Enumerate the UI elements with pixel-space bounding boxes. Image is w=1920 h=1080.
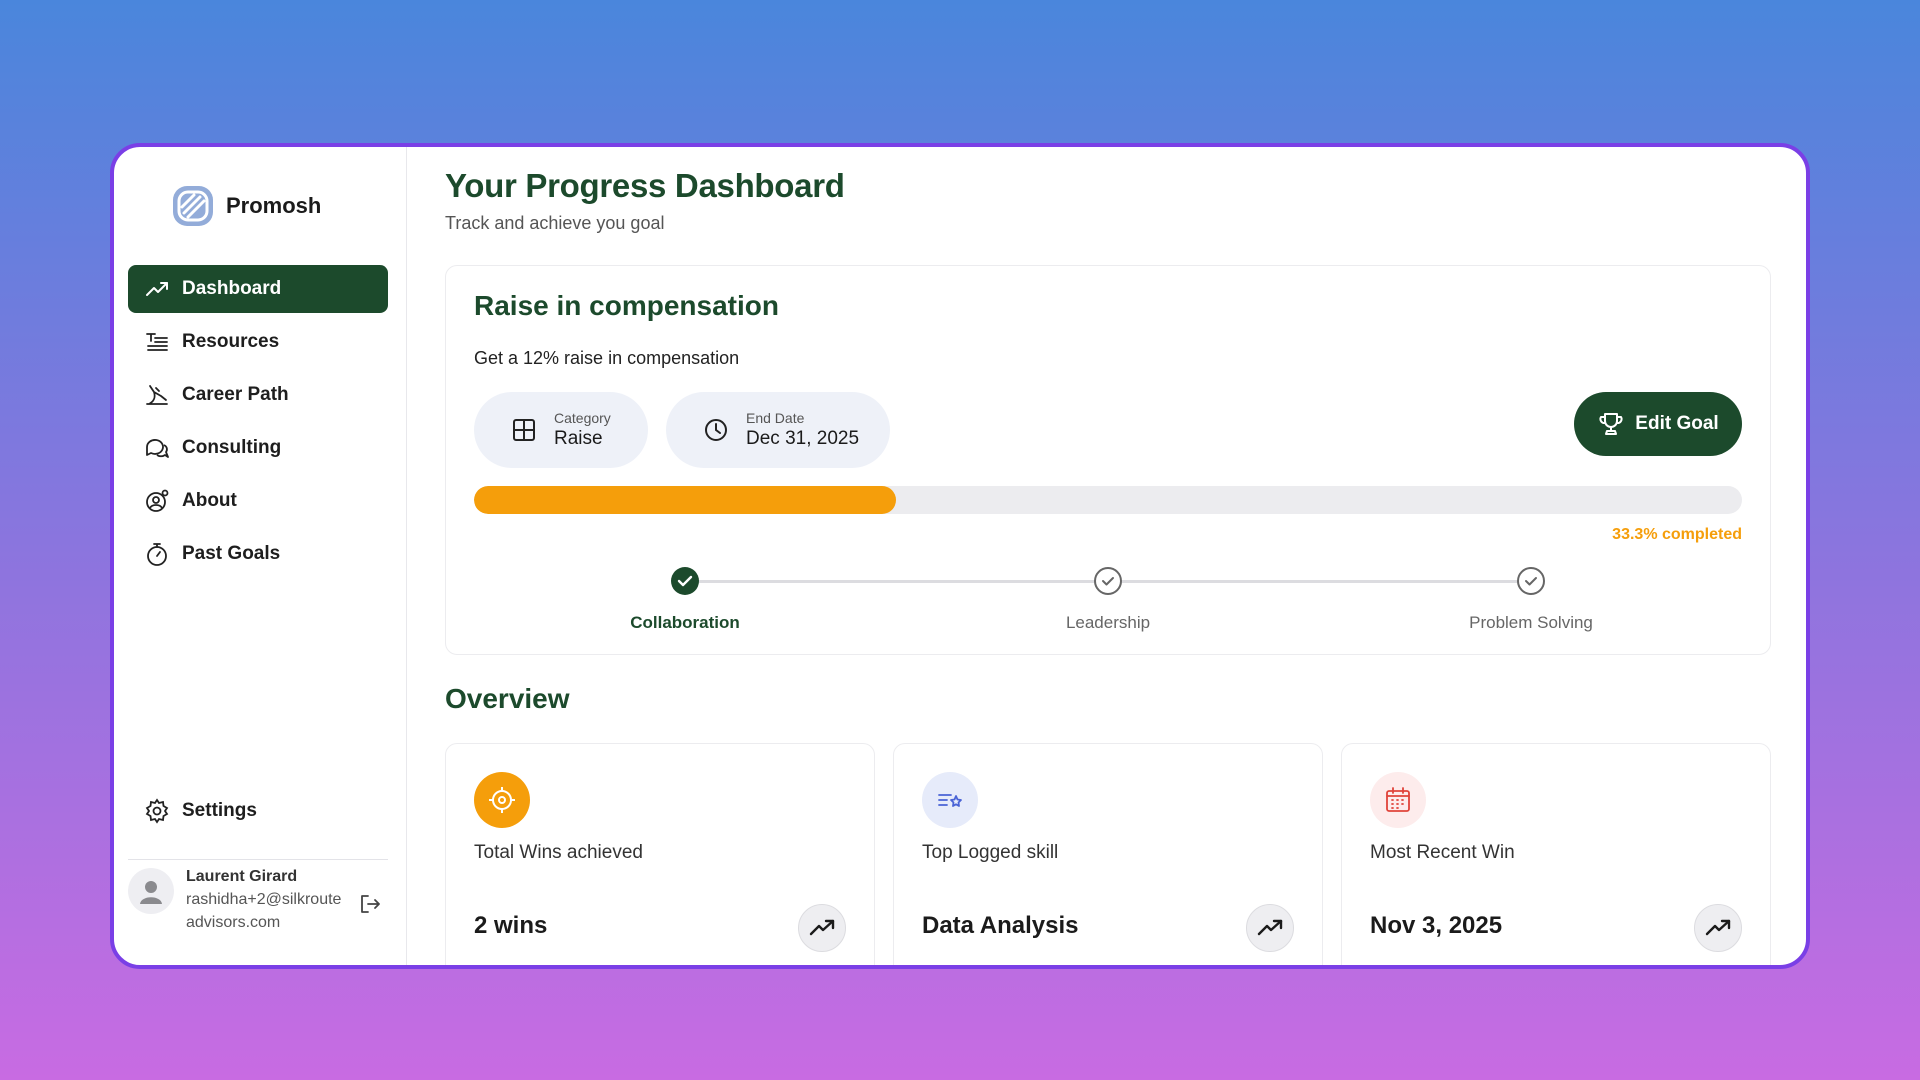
edit-goal-label: Edit Goal <box>1635 413 1719 434</box>
sidebar-item-label: About <box>182 490 237 511</box>
edit-goal-button[interactable]: Edit Goal <box>1574 392 1742 456</box>
page-subtitle: Track and achieve you goal <box>445 213 665 233</box>
trend-up-icon <box>1257 919 1283 936</box>
category-value: Raise <box>554 428 603 449</box>
stat-label: Most Recent Win <box>1370 842 1515 863</box>
skill-list-star-icon <box>938 794 962 807</box>
user-gear-icon <box>146 489 169 512</box>
sidebar-nav: Dashboard Resources Career Path Consulti… <box>128 265 388 583</box>
stat-label: Top Logged skill <box>922 842 1059 863</box>
stat-value: 2 wins <box>474 912 548 939</box>
category-label: Category <box>554 410 611 426</box>
sidebar-item-about[interactable]: About <box>128 477 388 525</box>
logout-icon[interactable] <box>358 892 382 916</box>
trend-button[interactable] <box>798 904 846 952</box>
user-email: rashidha+2@silkrouteadvisors.com <box>186 891 342 931</box>
grid-icon <box>513 419 535 441</box>
stat-card-total-wins[interactable]: Total Wins achieved 2 wins <box>445 743 875 965</box>
sidebar-item-label: Consulting <box>182 437 282 458</box>
goal-card: Raise in compensation Get a 12% raise in… <box>445 265 1771 655</box>
trend-up-icon <box>146 282 168 296</box>
end-date-label: End Date <box>746 410 805 426</box>
sidebar-item-dashboard[interactable]: Dashboard <box>128 265 388 313</box>
goal-description: Get a 12% raise in compensation <box>474 348 740 368</box>
trend-button[interactable] <box>1246 904 1294 952</box>
overview-title: Overview <box>445 683 570 714</box>
target-icon <box>489 787 515 813</box>
user-icon <box>140 881 162 904</box>
sidebar-item-resources[interactable]: Resources <box>128 318 388 366</box>
app-window: Promosh Dashboard Resources Career Path … <box>110 143 1810 969</box>
sidebar: Promosh Dashboard Resources Career Path … <box>114 147 407 965</box>
sidebar-item-consulting[interactable]: Consulting <box>128 424 388 472</box>
clock-icon <box>705 419 727 441</box>
step-problem-solving[interactable]: Problem Solving <box>1431 566 1631 633</box>
end-date-value: Dec 31, 2025 <box>746 428 860 449</box>
end-date-pill: End Date Dec 31, 2025 <box>666 392 890 468</box>
step-label: Collaboration <box>630 613 740 632</box>
stat-value: Nov 3, 2025 <box>1370 912 1503 939</box>
page-title: Your Progress Dashboard <box>445 167 845 204</box>
stat-card-top-skill[interactable]: Top Logged skill Data Analysis <box>893 743 1323 965</box>
sidebar-item-label: Settings <box>182 800 257 821</box>
brand-name: Promosh <box>226 193 322 218</box>
goal-title: Raise in compensation <box>474 290 779 321</box>
stairs-icon <box>146 385 168 405</box>
sidebar-item-past-goals[interactable]: Past Goals <box>128 530 388 578</box>
avatar[interactable] <box>128 868 174 914</box>
user-name: Laurent Girard <box>186 868 298 885</box>
progress-bar <box>474 486 1742 514</box>
gear-icon <box>145 798 169 824</box>
sidebar-item-career-path[interactable]: Career Path <box>128 371 388 419</box>
check-circle-filled-icon <box>671 567 699 595</box>
sidebar-item-label: Career Path <box>182 384 289 405</box>
user-info: Laurent Girard rashidha+2@silkrouteadvis… <box>186 866 346 934</box>
milestone-stepper: Collaboration Leadership Problem Solving <box>474 566 1742 646</box>
trend-up-icon <box>809 919 835 936</box>
calendar-icon <box>1386 787 1410 812</box>
check-circle-outline-icon <box>1517 567 1545 595</box>
stat-icon-wrap <box>474 772 530 828</box>
stat-card-recent-win[interactable]: Most Recent Win Nov 3, 2025 <box>1341 743 1771 965</box>
step-label: Leadership <box>1065 613 1151 632</box>
chat-bubbles-icon <box>146 439 169 458</box>
settings-section: Settings <box>128 787 388 840</box>
list-text-icon <box>146 333 168 351</box>
sidebar-item-label: Dashboard <box>182 278 282 299</box>
progress-text: 33.3% completed <box>1612 526 1742 543</box>
check-circle-outline-icon <box>1094 567 1122 595</box>
step-label: Problem Solving <box>1469 613 1593 632</box>
step-collaboration[interactable]: Collaboration <box>585 566 785 633</box>
progress-fill <box>474 486 897 514</box>
main-content: Your Progress Dashboard Track and achiev… <box>407 147 1806 965</box>
step-leadership[interactable]: Leadership <box>1008 566 1208 633</box>
sidebar-item-label: Past Goals <box>182 543 281 564</box>
stopwatch-icon <box>147 543 167 566</box>
trend-up-icon <box>1705 919 1731 936</box>
trend-button[interactable] <box>1694 904 1742 952</box>
sidebar-item-settings[interactable]: Settings <box>128 787 388 835</box>
stat-icon-wrap <box>1370 772 1426 828</box>
category-pill: Category Raise <box>474 392 648 468</box>
stat-label: Total Wins achieved <box>474 842 643 863</box>
user-profile: Laurent Girard rashidha+2@silkrouteadvis… <box>128 859 388 934</box>
brand[interactable]: Promosh <box>170 183 321 229</box>
promosh-logo-icon <box>173 186 213 226</box>
sidebar-item-label: Resources <box>182 331 280 352</box>
trophy-icon <box>1599 413 1623 435</box>
stat-value: Data Analysis <box>922 912 1079 939</box>
stat-icon-wrap <box>922 772 978 828</box>
